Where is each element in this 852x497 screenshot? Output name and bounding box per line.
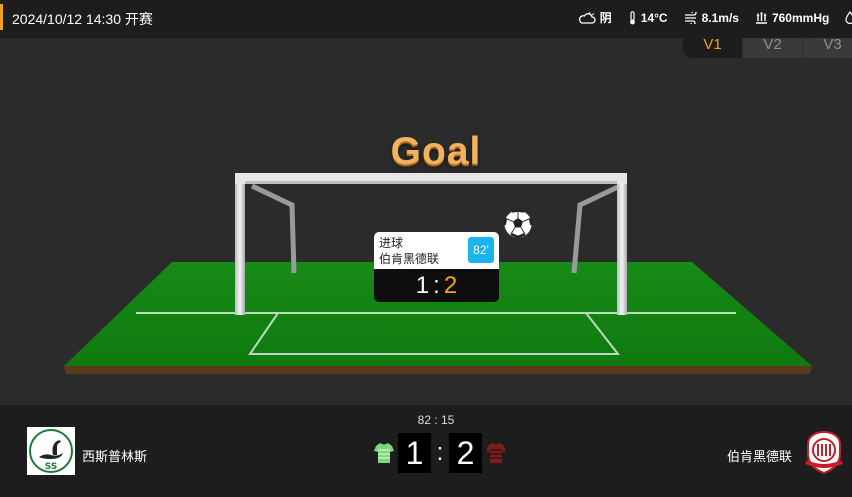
home-team-name: 西斯普林斯 [82,449,148,464]
top-bar: 2024/10/12 14:30 开赛 阴 14°C 8.1m/s 760mmH… [0,0,852,38]
tab-v3[interactable]: V3 [802,38,852,58]
weather-temperature: 14°C [628,9,668,26]
swan-crest-icon: SS [29,429,73,473]
away-team-name: 伯肯黑德联 [726,449,792,464]
tab-v2[interactable]: V2 [742,38,802,58]
popup-event: 进球 [379,236,404,250]
score-separator: : [436,439,444,466]
popup-score-home: 1 [415,272,430,299]
away-team-logo [802,430,846,475]
popup-team: 伯肯黑德联 [379,252,440,266]
score-row: 1 : 2 [370,433,510,473]
weather-condition: 阴 [578,9,612,26]
popup-minute-badge: 82' [468,237,494,263]
wind-icon [684,11,697,24]
cloudy-icon [578,11,596,24]
shield-crest-icon [805,430,843,475]
goal-popup: 进球 伯肯黑德联 82' 1:2 [374,232,499,302]
goal-title: Goal [390,130,482,173]
away-shirt-icon [486,443,506,463]
weather-pressure: 760mmHg [755,9,829,26]
tab-v1[interactable]: V1 [682,38,742,58]
home-score: 1 [398,433,431,473]
weather-info: 阴 14°C 8.1m/s 760mmHg 8 [578,9,852,26]
match-animation-stage: V1 V2 V3 Goal 进球 伯肯黑德联 82' 1:2 [0,38,852,405]
football-icon [503,209,533,239]
humidity-icon [845,11,852,24]
popup-score-away: 2 [443,272,458,299]
away-score: 2 [449,433,482,473]
accent-bar [0,4,3,30]
weather-wind: 8.1m/s [684,9,739,26]
pressure-icon [755,11,767,24]
popup-score-sep: : [433,272,440,299]
pitch-graphic [64,173,812,374]
match-clock: 82 : 15 [417,413,455,427]
view-tabs: V1 V2 V3 [682,38,852,58]
weather-humidity: 8 [845,9,852,26]
home-shirt-icon [374,443,394,463]
home-team-logo: SS [27,427,75,475]
match-datetime: 2024/10/12 14:30 开赛 [12,11,153,27]
scoreboard: SS 西斯普林斯 82 : 15 1 : 2 伯肯黑德联 [0,405,852,497]
thermometer-icon [629,10,635,24]
pitch-dirt-edge [64,366,812,374]
popup-score: 1:2 [374,269,499,302]
svg-text:SS: SS [45,462,58,472]
